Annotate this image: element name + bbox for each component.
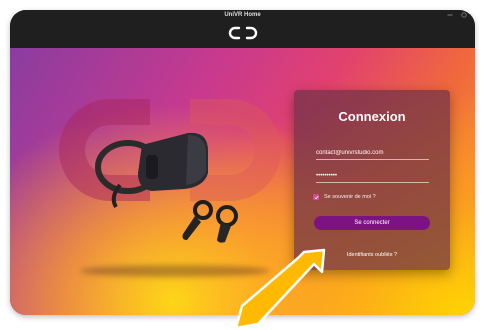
login-button[interactable]: Se connecter (314, 216, 430, 230)
title-bar: UniVR Home (10, 10, 475, 48)
check-icon (314, 195, 319, 199)
remember-checkbox[interactable] (313, 194, 319, 200)
login-heading: Connexion (338, 109, 406, 124)
univr-logo-icon (228, 26, 257, 40)
password-field[interactable] (316, 170, 429, 183)
login-panel: Connexion Se souvenir de moi ? Se connec… (294, 90, 450, 270)
pointer-arrow-icon (234, 248, 326, 330)
window-controls (447, 12, 467, 18)
window-title: UniVR Home (224, 12, 261, 18)
remember-label: Se souvenir de moi ? (324, 194, 376, 200)
remember-me[interactable]: Se souvenir de moi ? (313, 194, 376, 200)
email-field[interactable] (316, 147, 429, 160)
minimize-icon[interactable] (447, 12, 453, 18)
vr-controllers-icon (182, 200, 238, 243)
vr-headset-icon (95, 132, 208, 209)
close-icon[interactable] (461, 12, 467, 18)
